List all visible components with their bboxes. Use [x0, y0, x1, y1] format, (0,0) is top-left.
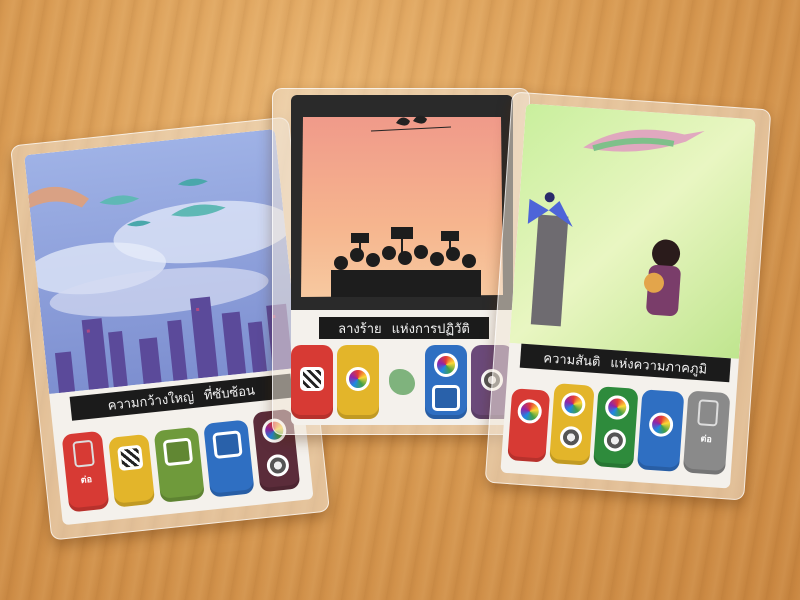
slot-green[interactable] — [593, 386, 639, 469]
card-slots: ต่อ — [61, 408, 301, 513]
color-wheel-icon — [434, 353, 458, 377]
slot-yellow[interactable] — [108, 433, 156, 508]
slot-blue[interactable] — [425, 345, 467, 419]
slot-label: ต่อ — [700, 434, 713, 446]
card-title-bar: ลางร้าย แห่งการปฏิวัติ — [319, 317, 489, 339]
color-wheel-icon — [560, 391, 587, 418]
card-slots — [291, 345, 513, 419]
triangle-icon — [162, 437, 194, 467]
card-title-left: ความกว้างใหญ่ — [107, 389, 195, 414]
card-title-right: ที่ซับซ้อน — [203, 383, 256, 404]
card-peace-pride[interactable]: ความสันติ แห่งความภาคภูมิ ต่อ — [500, 103, 756, 489]
slot-red[interactable] — [291, 345, 333, 419]
sun-icon — [603, 428, 627, 453]
color-wheel-icon — [648, 411, 674, 438]
card-title-left: ลางร้าย — [338, 321, 382, 337]
slot-yellow[interactable] — [337, 345, 379, 419]
color-wheel-icon — [604, 394, 631, 421]
stripes-icon — [117, 444, 144, 472]
sun-icon — [559, 425, 583, 450]
sun-icon — [265, 453, 290, 478]
slot-green[interactable] — [153, 426, 205, 503]
color-wheel-icon — [516, 398, 543, 425]
card-art-protest-sunset — [291, 95, 513, 310]
slot-red[interactable] — [507, 388, 551, 463]
gear-lock-icon — [72, 439, 95, 468]
card-title-left: ความสันติ — [542, 350, 601, 370]
slot-yellow[interactable] — [549, 383, 595, 466]
card-art-sky-city — [24, 128, 300, 394]
card-title-right: แห่งการปฏิวัติ — [391, 321, 470, 337]
card-slots: ต่อ — [507, 378, 731, 476]
card-sleeve-right: ความสันติ แห่งความภาคภูมิ ต่อ — [484, 91, 772, 501]
gear-lock-icon — [697, 399, 719, 427]
slot-red[interactable]: ต่อ — [61, 430, 110, 513]
triangle-icon — [432, 385, 460, 411]
card-title-right: แห่งความภาคภูมิ — [609, 355, 708, 378]
slot-label: ต่อ — [80, 475, 93, 487]
card-revolution[interactable]: ลางร้าย แห่งการปฏิวัติ — [291, 95, 513, 425]
stripes-icon — [300, 367, 324, 391]
leaf-emblem-icon — [389, 369, 415, 395]
triangle-icon — [212, 430, 243, 460]
slot-blue[interactable] — [203, 419, 255, 498]
card-art-butterfly-tower — [509, 103, 756, 359]
card-sky-city[interactable]: ความกว้างใหญ่ ที่ซับซ้อน ต่อ — [24, 128, 314, 526]
slot-blue[interactable] — [636, 389, 685, 472]
slot-gray[interactable]: ต่อ — [682, 390, 731, 476]
color-wheel-icon — [346, 367, 370, 391]
